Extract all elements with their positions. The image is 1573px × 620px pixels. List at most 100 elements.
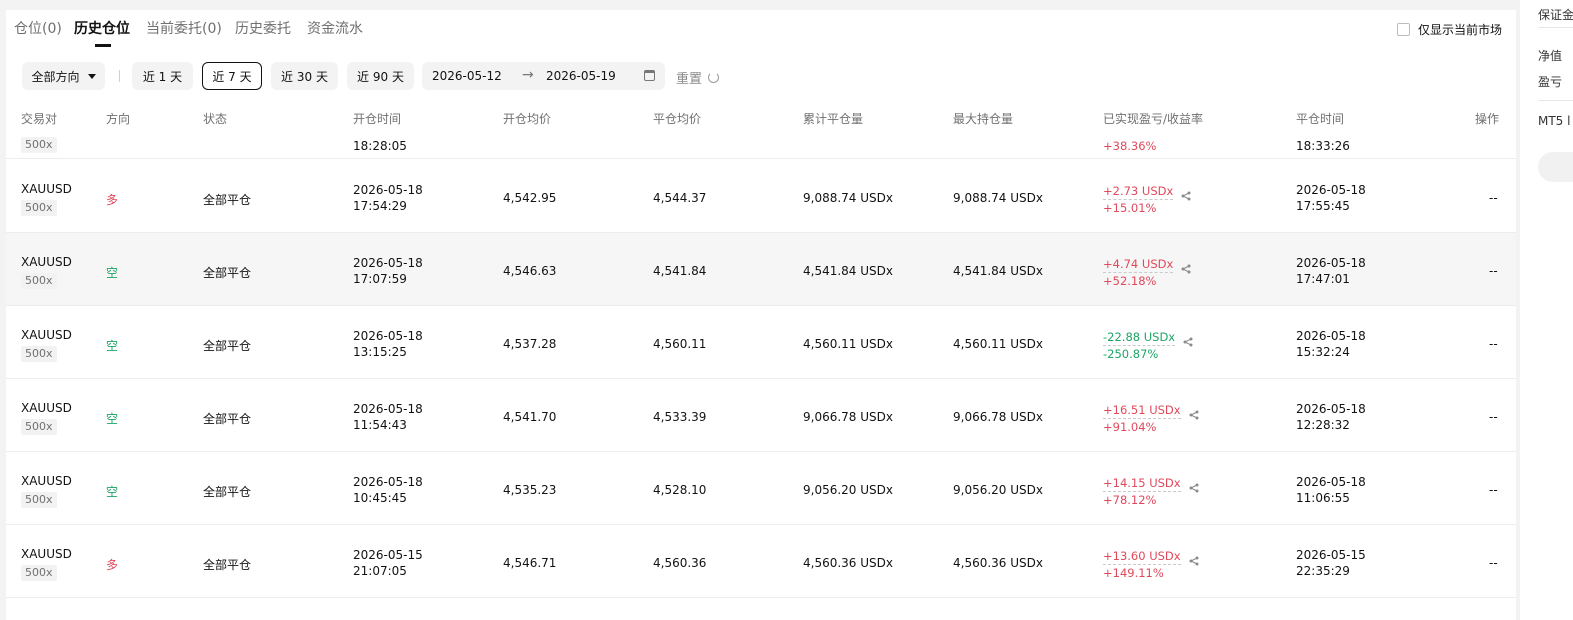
direction-tag: 空 <box>106 339 119 353</box>
range-90d-button[interactable]: 近 90 天 <box>347 62 414 90</box>
tab-fund-flow[interactable]: 资金流水 <box>307 18 363 38</box>
open-time: 2026-05-15 21:07:05 <box>353 547 423 579</box>
leverage-badge: 500x <box>21 565 57 581</box>
reset-button[interactable]: 重置 <box>676 68 720 87</box>
close-date: 2026-05-18 <box>1296 475 1366 489</box>
realized-pnl[interactable]: +2.73 USDx +15.01% <box>1103 183 1174 216</box>
share-icon[interactable] <box>1189 556 1199 566</box>
table-row[interactable]: XAUUSD 500x 多 全部平仓 2026-05-18 17:54:29 4,542.9… <box>6 160 1516 233</box>
caret-down-icon <box>87 73 96 79</box>
open-price: 4,541.70 <box>503 410 557 424</box>
pnl-rate: +91.04% <box>1103 420 1157 434</box>
realized-pnl[interactable]: +16.51 USDx +91.04% <box>1103 402 1181 435</box>
current-market-checkbox[interactable] <box>1396 23 1410 36</box>
realized-pnl[interactable]: +14.15 USDx +78.12% <box>1103 475 1181 508</box>
realized-pnl[interactable]: +4.74 USDx +52.18% <box>1103 256 1174 289</box>
open-clock: 11:54:43 <box>353 418 407 432</box>
calendar-icon[interactable] <box>644 70 655 81</box>
pnl-amount: +2.73 USDx <box>1103 184 1174 200</box>
open-time: 18:28:05 <box>353 139 407 153</box>
action-cell[interactable]: -- <box>1489 410 1498 424</box>
action-cell[interactable]: -- <box>1489 556 1498 570</box>
open-time: 2026-05-18 17:07:59 <box>353 255 423 287</box>
date-range-picker[interactable]: 2026-05-12 → 2026-05-19 <box>422 62 665 90</box>
mt5-label: MT5 l <box>1538 114 1571 128</box>
closed-qty: 4,560.36 USDx <box>803 556 893 570</box>
direction-tag: 空 <box>106 485 119 499</box>
action-cell[interactable]: -- <box>1489 483 1498 497</box>
direction-dropdown-label: 全部方向 <box>31 69 80 84</box>
close-time: 2026-05-18 17:55:45 <box>1296 182 1366 214</box>
max-qty: 9,066.78 USDx <box>953 410 1043 424</box>
current-market-label: 仅显示当前市场 <box>1417 23 1502 37</box>
pair-symbol: XAUUSD <box>21 474 72 488</box>
status-text: 全部平仓 <box>203 412 252 426</box>
open-date: 2026-05-18 <box>353 329 423 343</box>
action-cell[interactable]: -- <box>1489 264 1498 278</box>
action-cell[interactable]: -- <box>1489 337 1498 351</box>
pnl-rate: +38.36% <box>1103 139 1157 153</box>
open-price: 4,537.28 <box>503 337 557 351</box>
close-price: 4,560.11 <box>653 337 707 351</box>
equity-label: 净值 <box>1538 49 1563 63</box>
share-icon[interactable] <box>1181 264 1191 274</box>
table-row[interactable]: XAUUSD 500x 空 全部平仓 2026-05-18 10:45:45 4,535.2… <box>6 452 1516 525</box>
tab-open-orders[interactable]: 当前委托(0) <box>146 18 222 38</box>
date-end[interactable]: 2026-05-19 <box>546 69 616 83</box>
current-market-filter[interactable]: 仅显示当前市场 <box>1396 21 1502 38</box>
range-1d-button[interactable]: 近 1 天 <box>132 62 193 90</box>
realized-pnl[interactable]: -22.88 USDx -250.87% <box>1103 329 1176 362</box>
direction-tag: 空 <box>106 412 119 426</box>
closed-qty: 9,056.20 USDx <box>803 483 893 497</box>
close-clock: 17:47:01 <box>1296 272 1350 286</box>
open-price: 4,535.23 <box>503 483 557 497</box>
margin-label: 保证金 <box>1538 8 1573 22</box>
close-time: 2026-05-18 12:28:32 <box>1296 401 1366 433</box>
open-time: 2026-05-18 17:54:29 <box>353 182 423 214</box>
filter-divider <box>119 70 120 82</box>
max-qty: 4,560.11 USDx <box>953 337 1043 351</box>
pnl-amount: -22.88 USDx <box>1103 330 1176 346</box>
share-icon[interactable] <box>1181 191 1191 201</box>
open-clock: 17:54:29 <box>353 199 407 213</box>
open-clock: 13:15:25 <box>353 345 407 359</box>
open-price: 4,542.95 <box>503 191 557 205</box>
open-price: 4,546.71 <box>503 556 557 570</box>
max-qty: 4,541.84 USDx <box>953 264 1043 278</box>
share-icon[interactable] <box>1189 483 1199 493</box>
table-row[interactable]: XAUUSD 500x 空 全部平仓 2026-05-18 13:15:25 4,537.2… <box>6 306 1516 379</box>
action-cell[interactable]: -- <box>1489 191 1498 205</box>
pair-symbol: XAUUSD <box>21 401 72 415</box>
leverage-badge: 500x <box>21 137 57 153</box>
arrow-right-icon: → <box>522 67 534 83</box>
direction-tag: 多 <box>106 193 119 207</box>
share-icon[interactable] <box>1189 410 1199 420</box>
date-start[interactable]: 2026-05-12 <box>432 69 502 83</box>
close-time: 2026-05-18 11:06:55 <box>1296 474 1366 506</box>
close-clock: 15:32:24 <box>1296 345 1350 359</box>
tab-order-history[interactable]: 历史委托 <box>235 18 291 38</box>
open-date: 2026-05-18 <box>353 402 423 416</box>
range-7d-button[interactable]: 近 7 天 <box>202 62 262 90</box>
pnl-rate: +52.18% <box>1103 274 1157 288</box>
side-panel-button[interactable] <box>1538 152 1573 182</box>
table-row[interactable]: XAUUSD 500x 空 全部平仓 2026-05-18 17:07:59 4,546.6… <box>6 233 1516 306</box>
closed-qty: 9,066.78 USDx <box>803 410 893 424</box>
realized-pnl[interactable]: +13.60 USDx +149.11% <box>1103 548 1181 581</box>
table-row[interactable]: XAUUSD 500x 多 全部平仓 2026-05-15 21:07:05 4,546.7… <box>6 525 1516 598</box>
tab-history-positions[interactable]: 历史仓位 <box>74 18 130 38</box>
table-row[interactable]: XAUUSD 500x 空 全部平仓 2026-05-18 11:54:43 4,541.7… <box>6 379 1516 452</box>
table-row-partial[interactable]: 500x 18:28:05 +38.36% 18:33:26 <box>6 124 1516 159</box>
close-price: 4,541.84 <box>653 264 707 278</box>
open-time: 2026-05-18 13:15:25 <box>353 328 423 360</box>
close-date: 2026-05-18 <box>1296 256 1366 270</box>
close-price: 4,560.36 <box>653 556 707 570</box>
pair-symbol: XAUUSD <box>21 255 72 269</box>
share-icon[interactable] <box>1183 337 1193 347</box>
range-30d-button[interactable]: 近 30 天 <box>271 62 338 90</box>
open-date: 2026-05-18 <box>353 475 423 489</box>
tab-positions[interactable]: 仓位(0) <box>14 18 62 38</box>
direction-dropdown[interactable]: 全部方向 <box>22 62 105 90</box>
open-time: 2026-05-18 10:45:45 <box>353 474 423 506</box>
pnl-amount: +4.74 USDx <box>1103 257 1174 273</box>
